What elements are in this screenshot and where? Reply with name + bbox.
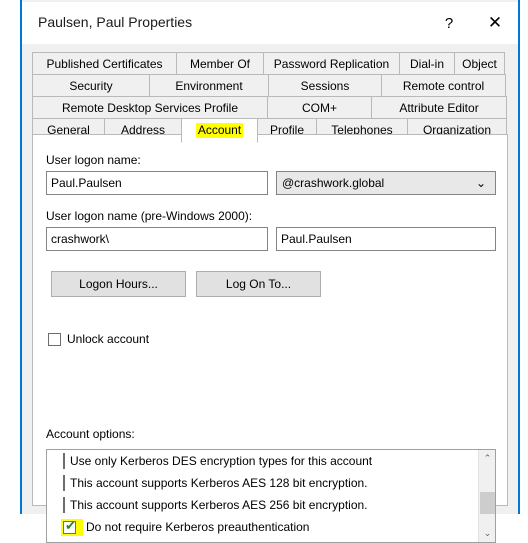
tab-security[interactable]: Security: [32, 74, 150, 96]
tab-label: COM+: [301, 100, 337, 115]
pre-windows-2000-domain-input[interactable]: crashwork\: [46, 227, 268, 251]
tab-label: Dial-in: [409, 56, 444, 71]
account-options-listbox[interactable]: Use only Kerberos DES encryption types f…: [46, 449, 496, 543]
scroll-down-icon[interactable]: ⌄: [479, 525, 495, 542]
window-edge-right: [520, 0, 528, 514]
user-logon-name-label: User logon name:: [46, 153, 141, 167]
pre-windows-2000-name-input[interactable]: Paul.Paulsen: [276, 227, 496, 251]
account-option-label: This account supports Kerberos AES 128 b…: [70, 476, 368, 490]
account-tab-panel: User logon name: Paul.Paulsen @crashwork…: [32, 134, 508, 543]
scrollbar-thumb[interactable]: [480, 492, 495, 514]
account-options-scrollbar[interactable]: ⌃ ⌄: [478, 450, 495, 542]
tab-label: Sessions: [300, 78, 350, 93]
upn-suffix-dropdown[interactable]: @crashwork.global ⌄: [276, 171, 496, 195]
tab-strip: Published Certificates Member Of Password …: [32, 52, 508, 143]
unlock-account-checkbox-row[interactable]: Unlock account: [48, 332, 149, 346]
tab-label: Account: [195, 123, 244, 138]
account-option-row[interactable]: ✔ Do not require Kerberos preauthenticati…: [47, 516, 495, 538]
window-edge-left: [0, 0, 20, 514]
log-on-to-button[interactable]: Log On To...: [196, 271, 321, 297]
tab-account[interactable]: Account: [181, 118, 258, 143]
account-option-checkbox[interactable]: [63, 475, 65, 491]
tab-com[interactable]: COM+: [267, 96, 372, 118]
help-button[interactable]: ?: [426, 2, 472, 44]
window-title: Paulsen, Paul Properties: [38, 14, 193, 30]
account-option-label: This account supports Kerberos AES 256 b…: [70, 498, 368, 512]
tab-label: Object: [462, 56, 497, 71]
tab-row-1: Published Certificates Member Of Password …: [32, 52, 508, 74]
window-border-right-accent: [518, 0, 520, 514]
account-option-checkbox-wrapper: ✔: [61, 518, 83, 536]
account-option-row[interactable]: This account supports Kerberos AES 256 b…: [47, 494, 495, 516]
account-options-label: Account options:: [46, 427, 135, 441]
chevron-down-icon: ⌄: [475, 176, 487, 190]
user-logon-name-input[interactable]: Paul.Paulsen: [46, 171, 268, 195]
tab-member-of[interactable]: Member Of: [176, 52, 264, 74]
account-option-checkbox[interactable]: [63, 453, 65, 469]
account-option-label: Use only Kerberos DES encryption types f…: [70, 454, 373, 468]
tab-label: Security: [69, 78, 113, 93]
tab-published-certificates[interactable]: Published Certificates: [32, 52, 177, 74]
tab-sessions[interactable]: Sessions: [268, 74, 382, 96]
tab-row-3: Remote Desktop Services Profile COM+ Attri…: [32, 96, 508, 118]
properties-dialog-window: Paulsen, Paul Properties ? ✕ Published C…: [0, 0, 528, 543]
account-option-checkbox[interactable]: [63, 497, 65, 513]
tab-environment[interactable]: Environment: [149, 74, 269, 96]
tab-label: Password Replication: [273, 56, 390, 71]
account-option-checkbox-wrapper: [63, 475, 70, 491]
tab-label: Published Certificates: [46, 56, 163, 71]
tab-label: Attribute Editor: [399, 100, 479, 115]
tab-label: Remote control: [402, 78, 485, 93]
upn-suffix-value: @crashwork.global: [282, 176, 385, 190]
tab-object[interactable]: Object: [454, 52, 505, 74]
logon-hours-button[interactable]: Logon Hours...: [51, 271, 186, 297]
account-option-checkbox-wrapper: [63, 497, 70, 513]
tab-row-2: Security Environment Sessions Remote contro…: [32, 74, 508, 96]
account-option-label: Do not require Kerberos preauthenticatio…: [86, 520, 310, 534]
tab-dial-in[interactable]: Dial-in: [399, 52, 455, 74]
close-icon[interactable]: ✕: [472, 2, 518, 44]
account-option-checkbox[interactable]: ✔: [63, 518, 76, 534]
account-options-items: Use only Kerberos DES encryption types f…: [47, 450, 495, 538]
tab-password-replication[interactable]: Password Replication: [263, 52, 400, 74]
tab-label: Environment: [175, 78, 243, 93]
tab-attribute-editor[interactable]: Attribute Editor: [371, 96, 507, 118]
title-bar: Paulsen, Paul Properties ? ✕: [22, 2, 518, 44]
dialog-body: Published Certificates Member Of Password …: [22, 44, 518, 543]
account-option-row[interactable]: Use only Kerberos DES encryption types f…: [47, 450, 495, 472]
tab-remote-desktop-services-profile[interactable]: Remote Desktop Services Profile: [32, 96, 268, 118]
check-icon: ✔: [65, 518, 76, 534]
unlock-account-label: Unlock account: [67, 332, 150, 346]
tab-label: Remote Desktop Services Profile: [61, 100, 239, 115]
scroll-up-icon[interactable]: ⌃: [479, 450, 495, 467]
tab-label: Member Of: [189, 56, 250, 71]
account-option-checkbox-wrapper: [63, 453, 70, 469]
pre-windows-2000-label: User logon name (pre-Windows 2000):: [46, 209, 253, 223]
account-option-row[interactable]: This account supports Kerberos AES 128 b…: [47, 472, 495, 494]
tab-remote-control[interactable]: Remote control: [381, 74, 506, 96]
unlock-account-checkbox[interactable]: [48, 332, 61, 346]
